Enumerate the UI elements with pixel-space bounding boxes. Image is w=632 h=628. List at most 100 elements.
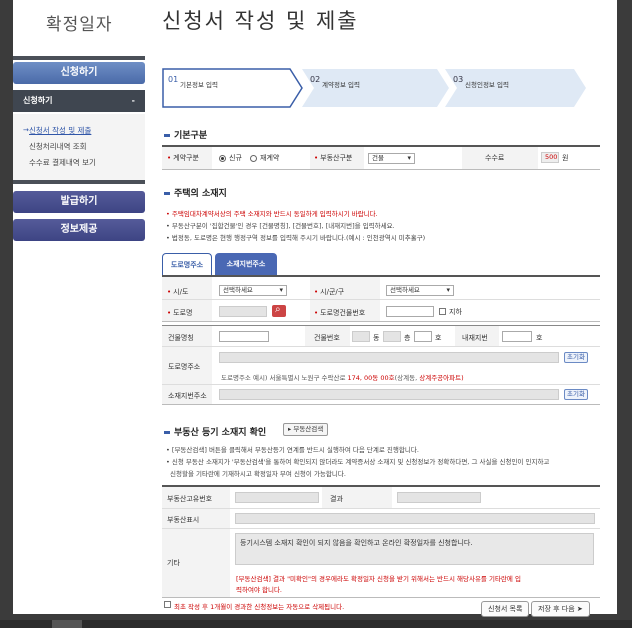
browser-frame: 확정일자 신청하기 신청하기 - → 신청서 작성 및 제출 신청처리내역 조회… — [0, 0, 632, 628]
basic-section-title: 기본구분 — [164, 128, 207, 141]
contract-new-label: 신규 — [229, 154, 242, 162]
unique-no-input — [235, 492, 319, 503]
result-label: 결과 — [330, 495, 343, 503]
lot-addr-input[interactable] — [219, 389, 559, 400]
page-title: 신청서 작성 및 제출 — [162, 9, 359, 33]
save-next-button[interactable]: 저장 후 다음 ➤ — [531, 601, 590, 617]
road-addr-input[interactable] — [219, 352, 559, 363]
sido-label: • 시/도 — [167, 288, 189, 296]
sido-select[interactable]: 선택하세요 — [219, 285, 287, 296]
address-note-3: • 법정동, 도로명은 현행 행정구역 정보를 입력해 주시기 바랍니다.(예시… — [166, 234, 426, 242]
registry-note-1: • [부동산검색] 버튼을 클릭해서 부동산등기 연계를 반드시 실행하여 다음… — [166, 446, 419, 454]
address-note-2: • 부동산구분이 '집합건물'인 경우 [건물명칭], [건물번호], [내재지… — [166, 222, 395, 230]
address-section-title: 주택의 소재지 — [164, 186, 227, 199]
sigungu-select[interactable]: 선택하세요 — [386, 285, 454, 296]
fee-unit: 원 — [562, 154, 569, 162]
contract-renew-radio[interactable] — [250, 155, 257, 162]
bldg-name-label: 건물명칭 — [168, 334, 194, 342]
inner-lot-label: 내재지번 — [462, 334, 488, 342]
registry-note-2: • 신청 부동산 소재지가 '부동산검색'을 통하여 확인되지 않더라도 계약증… — [166, 458, 550, 466]
basic-table-bottom — [162, 169, 600, 170]
address-table2-top — [162, 325, 600, 326]
fee-value: 500 — [541, 152, 559, 163]
tab-road-address[interactable]: 도로명주소 — [162, 253, 212, 275]
sidebar-apply-button[interactable]: 신청하기 — [13, 62, 145, 84]
etc-textarea[interactable]: 등기시스템 소재지 확인이 되지 않음을 확인하고 온라인 확정일자를 신청합니… — [235, 533, 594, 565]
basement-label: 지하 — [449, 308, 462, 316]
sidebar-submenu-title: 신청하기 — [23, 96, 53, 105]
address-table-top — [162, 275, 600, 277]
contract-new-radio[interactable] — [219, 155, 226, 162]
sidebar-submenu-header[interactable]: 신청하기 - — [13, 90, 145, 112]
application-list-button[interactable]: 신청서 목록 — [481, 601, 530, 617]
etc-warning-1: [부동산검색] 결과 "미확인"의 경우에라도 확정일자 신청을 받기 위해서는… — [236, 575, 521, 583]
address-table-bottom — [162, 404, 600, 405]
road-addr-label: 도로명주소 — [168, 363, 201, 371]
auto-delete-checkbox[interactable] — [164, 601, 171, 608]
collapse-icon[interactable]: - — [132, 90, 135, 112]
result-input — [397, 492, 481, 503]
step-basic-info: 01 기본정보 입력 — [168, 75, 218, 89]
row-divider — [162, 321, 600, 322]
bldg-no-label: 건물번호 — [314, 334, 340, 342]
sigungu-label: • 시/군/구 — [314, 288, 345, 296]
taskbar-item — [52, 620, 82, 628]
inner-lot-unit: 호 — [536, 334, 543, 342]
property-type-label: • 부동산구분 — [314, 154, 353, 162]
sidebar-issue-button[interactable]: 발급하기 — [13, 191, 145, 213]
address-note-1: • 주택임대차계약서상의 주택 소재지와 반드시 동일하게 입력하시기 바랍니다… — [166, 210, 378, 218]
row-divider — [162, 346, 600, 347]
basement-checkbox[interactable] — [439, 308, 446, 315]
road-name-label: • 도로명 — [167, 309, 193, 317]
registry-table-bottom — [162, 597, 600, 598]
tab-lot-address[interactable]: 소재지번주소 — [215, 253, 277, 275]
road-bldg-no-label: • 도로명건물번호 — [314, 309, 366, 317]
road-name-input[interactable] — [219, 306, 267, 317]
step-contract-info: 02 계약정보 입력 — [310, 75, 360, 89]
inner-lot-input[interactable] — [502, 331, 532, 342]
registry-note-3: 신청할을 기타란에 기재하시고 확정일자 부여 신청이 가능합니다. — [170, 470, 346, 478]
row-divider — [162, 384, 600, 385]
taskbar — [0, 620, 632, 628]
floor-input[interactable] — [383, 331, 401, 342]
dong-unit: 동 — [373, 334, 380, 342]
progress-steps: 01 기본정보 입력 02 계약정보 입력 03 신청인정보 입력 — [162, 68, 592, 110]
lot-addr-reset-button[interactable]: 초기화 — [564, 389, 588, 400]
road-addr-reset-button[interactable]: 초기화 — [564, 352, 588, 363]
road-addr-example: 도로명주소 예시) 서울특별시 노원구 수락산로 174, 00동 00호(상계… — [221, 374, 464, 382]
road-bldg-no-input[interactable] — [386, 306, 434, 317]
step-applicant-info: 03 신청인정보 입력 — [453, 75, 509, 89]
sidebar-info-button[interactable]: 정보제공 — [13, 219, 145, 241]
etc-warning-2: 력하여야 합니다. — [236, 586, 282, 594]
lot-addr-label: 소재지번주소 — [168, 392, 207, 400]
display-input — [235, 513, 595, 524]
sidebar-item-process-history[interactable]: 신청처리내역 조회 — [29, 141, 87, 152]
row-divider — [162, 508, 600, 509]
etc-label: 기타 — [167, 559, 180, 567]
property-search-button[interactable]: ▸ 부동산검색 — [283, 423, 329, 436]
unique-no-label: 부동산고유번호 — [167, 495, 213, 503]
sidebar-submenu: → 신청서 작성 및 제출 신청처리내역 조회 수수료 결제내역 보기 — [13, 114, 145, 184]
contract-renew-label: 재계약 — [260, 154, 280, 162]
registry-section-title: 부동산 등기 소재지 확인 — [164, 425, 266, 438]
road-search-icon[interactable] — [272, 304, 286, 317]
sidebar-divider — [13, 56, 145, 60]
site-title: 확정일자 — [46, 15, 113, 35]
fee-label: 수수료 — [485, 154, 505, 162]
current-arrow-icon: → — [23, 126, 29, 134]
sidebar-item-application-write[interactable]: 신청서 작성 및 제출 — [29, 125, 91, 136]
sidebar: 확정일자 신청하기 신청하기 - → 신청서 작성 및 제출 신청처리내역 조회… — [13, 0, 145, 260]
next-arrow-icon: ➤ — [576, 605, 583, 613]
row-divider — [162, 528, 600, 529]
dong-input[interactable] — [352, 331, 370, 342]
sidebar-item-fee-history[interactable]: 수수료 결제내역 보기 — [29, 157, 96, 168]
display-label: 부동산표시 — [167, 516, 200, 524]
floor-unit: 층 — [404, 334, 411, 342]
auto-delete-label: 최초 작성 후 1개월이 경과한 신청정보는 자동으로 삭제됩니다. — [174, 603, 345, 611]
contract-type-label: • 계약구분 — [167, 154, 199, 162]
row-divider — [162, 299, 600, 300]
ho-unit: 호 — [435, 334, 442, 342]
property-type-select[interactable]: 건물 — [368, 153, 415, 164]
ho-input[interactable] — [414, 331, 432, 342]
bldg-name-input[interactable] — [219, 331, 269, 342]
